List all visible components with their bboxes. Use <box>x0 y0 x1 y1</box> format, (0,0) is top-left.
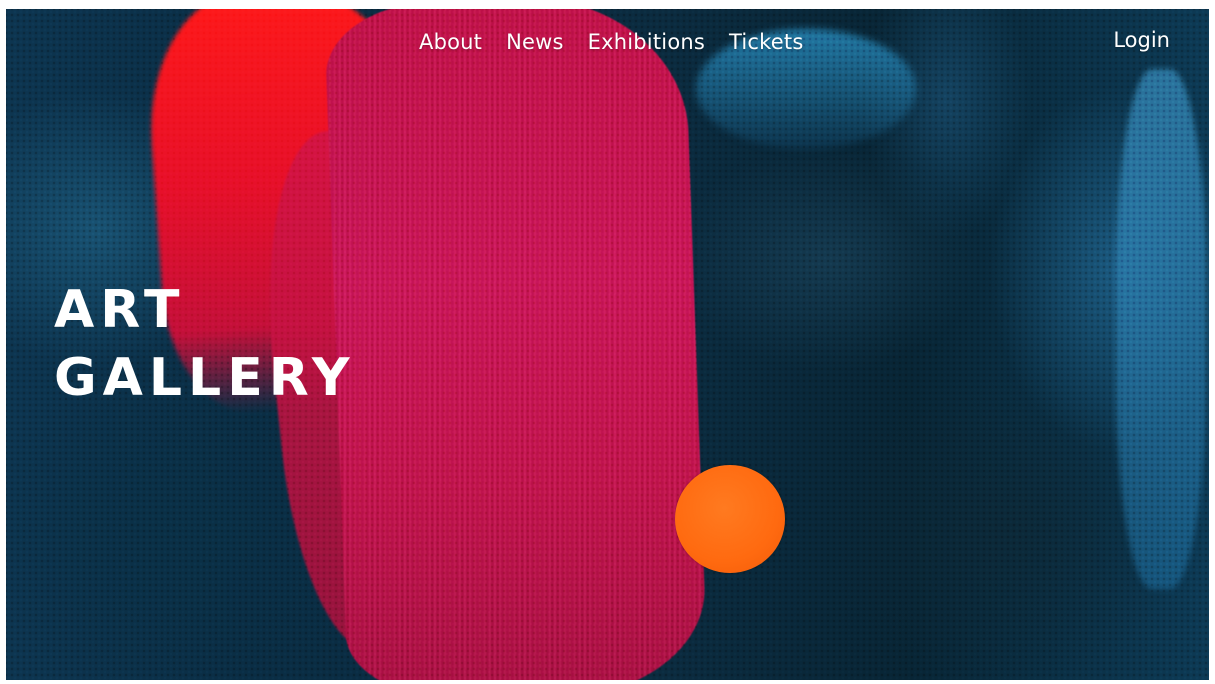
top-navigation: About News Exhibitions Tickets <box>419 30 804 54</box>
orange-circle-accent <box>675 465 785 573</box>
hero-title-line-2: GALLERY <box>54 348 356 408</box>
login-link[interactable]: Login <box>1113 28 1170 52</box>
nav-item-about[interactable]: About <box>419 30 482 54</box>
hero-title: ART GALLERY <box>54 276 356 412</box>
nav-item-tickets[interactable]: Tickets <box>729 30 803 54</box>
nav-item-news[interactable]: News <box>506 30 564 54</box>
nav-item-exhibitions[interactable]: Exhibitions <box>588 30 705 54</box>
hero-title-line-1: ART <box>54 280 186 340</box>
